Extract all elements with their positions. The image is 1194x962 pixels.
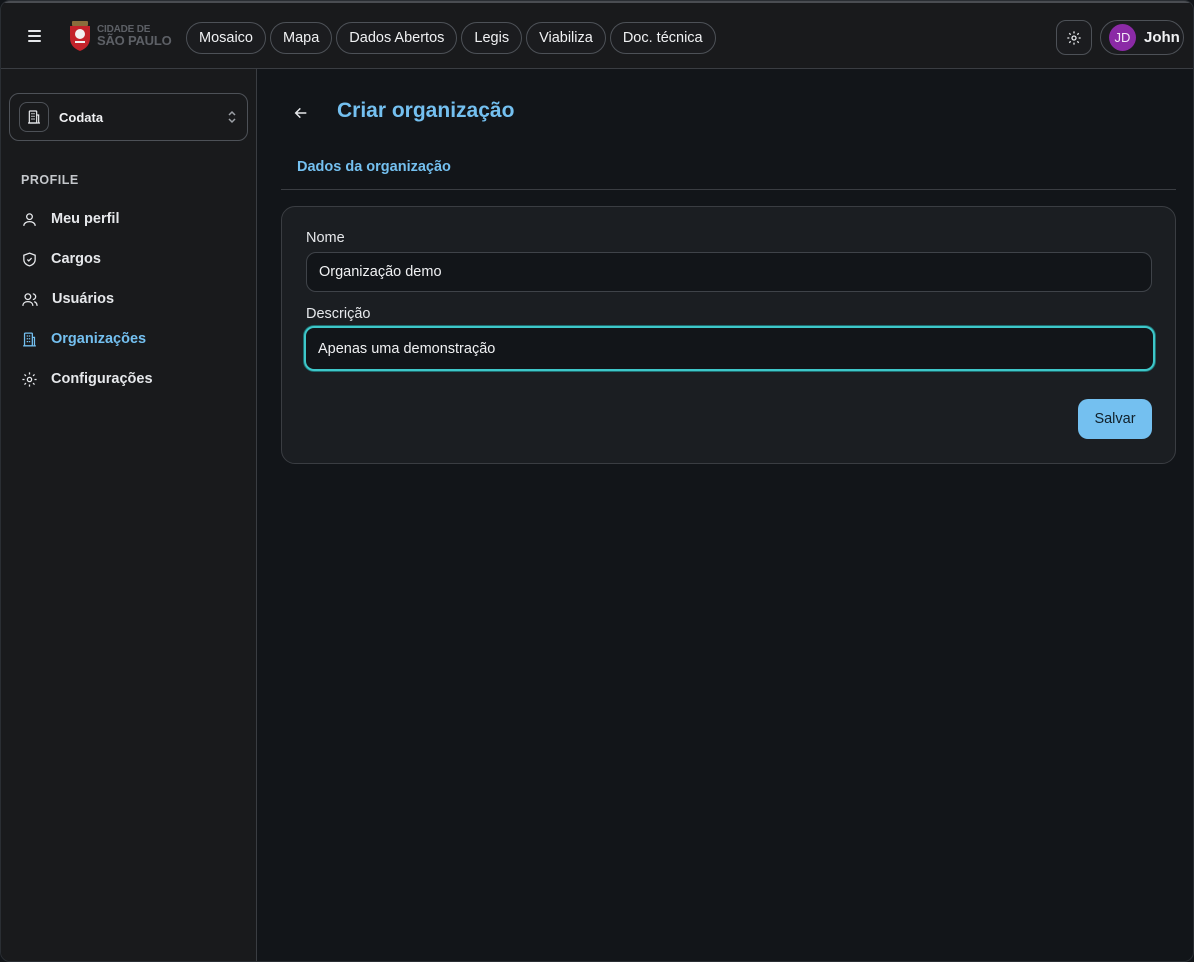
building-icon <box>23 331 36 347</box>
sidebar: Codata PROFILE Meu perfil Cargos Usuário… <box>1 69 257 961</box>
shield-icon <box>23 251 36 267</box>
sidebar-item-label: Cargos <box>51 251 101 267</box>
sidebar-item-label: Usuários <box>52 291 115 307</box>
back-button[interactable] <box>289 101 313 125</box>
logo-line-2: SÃO PAULO <box>97 33 172 48</box>
sidebar-item-meu-perfil[interactable]: Meu perfil <box>13 199 249 239</box>
user-icon <box>23 212 36 226</box>
name-input[interactable] <box>306 252 1152 292</box>
arrow-left-icon <box>294 107 307 119</box>
page-title: Criar organização <box>337 99 515 122</box>
organization-form: Nome Descrição Salvar <box>281 206 1176 464</box>
avatar: JD <box>1109 24 1136 51</box>
sidebar-item-label: Meu perfil <box>51 211 120 227</box>
gear-icon <box>1067 30 1081 45</box>
city-logo[interactable]: CIDADE DE SÃO PAULO <box>67 19 173 53</box>
nav-viabiliza[interactable]: Viabiliza <box>526 22 606 54</box>
description-label: Descrição <box>306 306 371 322</box>
sidebar-item-cargos[interactable]: Cargos <box>13 239 249 279</box>
settings-button[interactable] <box>1056 20 1092 55</box>
sidebar-menu: Meu perfil Cargos Usuários Organizações … <box>13 199 249 399</box>
tab-bar: Dados da organização <box>281 147 1176 190</box>
chevron-up-down-icon <box>228 110 236 124</box>
city-crest-icon <box>70 21 90 51</box>
organization-selector[interactable]: Codata <box>9 93 248 141</box>
nav-mapa[interactable]: Mapa <box>270 22 333 54</box>
nav-mosaico[interactable]: Mosaico <box>186 22 266 54</box>
building-icon <box>19 102 49 132</box>
sidebar-item-label: Organizações <box>51 331 147 347</box>
organization-name: Codata <box>59 109 104 125</box>
description-input[interactable] <box>304 326 1155 371</box>
sidebar-item-usuarios[interactable]: Usuários <box>13 279 249 319</box>
users-icon <box>22 292 38 306</box>
tab-dados-da-organizacao[interactable]: Dados da organização <box>297 159 451 175</box>
save-button[interactable]: Salvar <box>1078 399 1152 439</box>
app-window: CIDADE DE SÃO PAULO Mosaico Mapa Dados A… <box>0 0 1194 962</box>
menu-icon[interactable] <box>19 21 49 51</box>
top-bar: CIDADE DE SÃO PAULO Mosaico Mapa Dados A… <box>1 1 1193 69</box>
user-name: John <box>1144 29 1180 46</box>
sidebar-item-organizacoes[interactable]: Organizações <box>13 319 249 359</box>
nav-dados-abertos[interactable]: Dados Abertos <box>336 22 458 54</box>
nav-legis[interactable]: Legis <box>461 22 523 54</box>
user-menu-button[interactable]: JD John <box>1100 20 1184 55</box>
sidebar-item-label: Configurações <box>51 371 153 387</box>
sidebar-item-configuracoes[interactable]: Configurações <box>13 359 249 399</box>
gear-icon <box>22 371 37 387</box>
name-label: Nome <box>306 230 345 246</box>
section-label: PROFILE <box>21 173 79 187</box>
nav-doc-tecnica[interactable]: Doc. técnica <box>609 22 716 54</box>
top-nav: Mosaico Mapa Dados Abertos Legis Viabili… <box>186 22 716 54</box>
